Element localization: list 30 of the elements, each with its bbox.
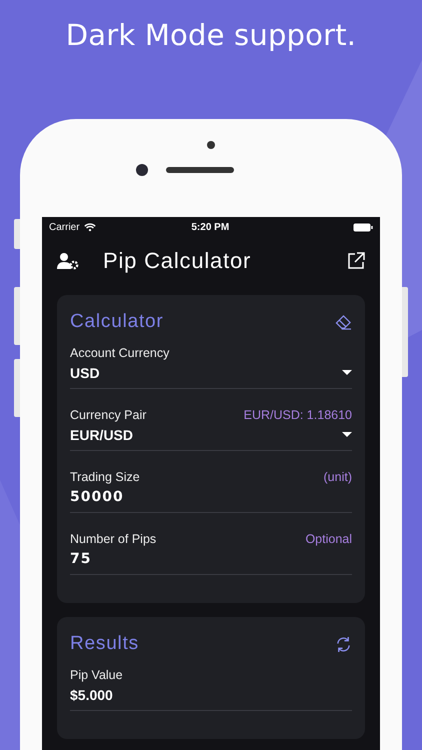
field-label: Account Currency (70, 346, 170, 360)
input-field[interactable]: 50000 (70, 484, 352, 514)
field-label: Number of Pips (70, 532, 156, 546)
caret-icon (342, 370, 352, 376)
headline: Dark Mode support. (66, 18, 356, 54)
eraser-icon[interactable] (335, 314, 352, 330)
camera-icon (136, 164, 148, 176)
field-label: Currency Pair (70, 408, 146, 422)
input-field[interactable]: 75 (70, 546, 352, 576)
screen-title: Pip Calculator (103, 248, 252, 274)
sensor-dot (207, 141, 215, 150)
battery-icon (353, 222, 373, 232)
status-time: 5:20 PM (190, 222, 230, 233)
field-label: Pip Value (70, 668, 123, 682)
wifi-icon (84, 222, 96, 232)
dropdown-field[interactable]: USD (70, 360, 352, 390)
carrier-label: Carrier (49, 222, 80, 233)
field-hint: (unit) (324, 470, 352, 484)
field-label: Trading Size (70, 470, 140, 484)
caret-icon (342, 432, 352, 438)
card-title: Calculator (70, 311, 164, 334)
card-title: Results (70, 633, 139, 656)
result-value: $5.000 (70, 682, 352, 712)
share-icon[interactable] (347, 252, 365, 270)
dropdown-field[interactable]: EUR/USD (70, 422, 352, 452)
field-hint: EUR/USD: 1.18610 (244, 408, 352, 422)
refresh-icon[interactable] (335, 636, 352, 653)
field-hint: Optional (305, 532, 352, 546)
speaker-grille (166, 167, 234, 174)
user-settings-icon[interactable] (57, 252, 79, 270)
